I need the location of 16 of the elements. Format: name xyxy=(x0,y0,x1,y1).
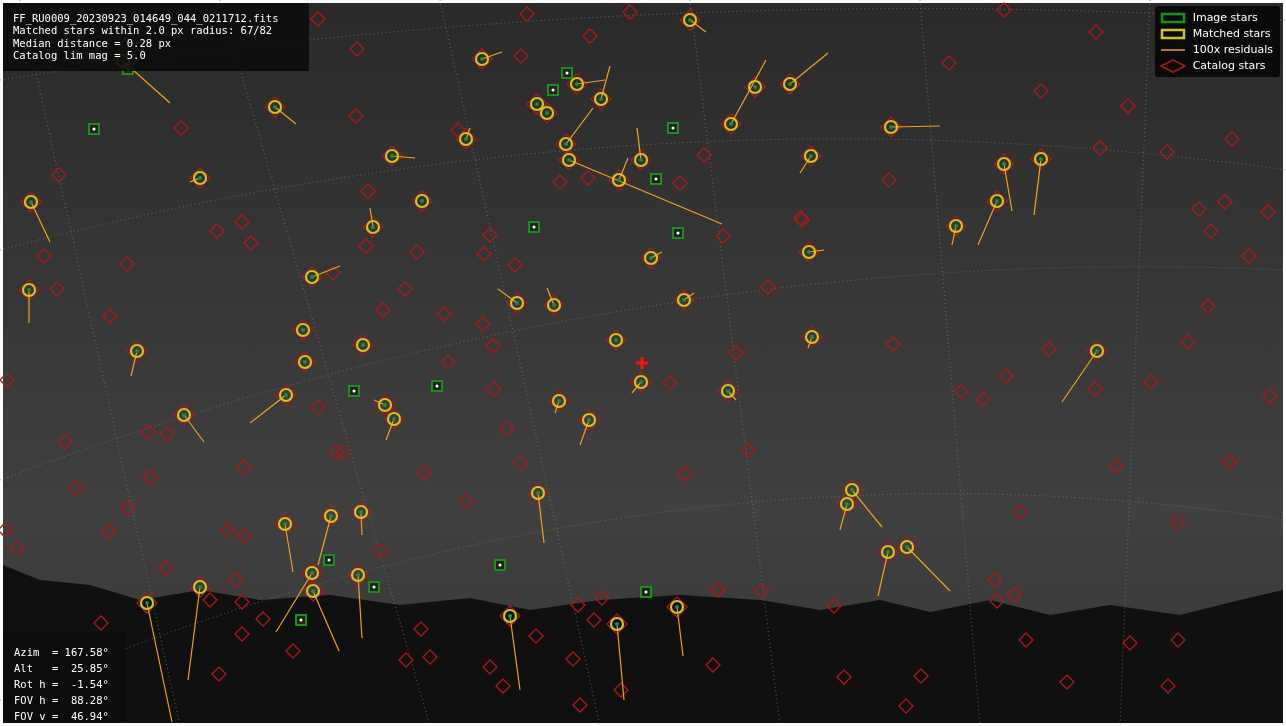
matched-star-rectangle-icon xyxy=(1159,27,1186,41)
legend-label: Image stars xyxy=(1192,11,1258,25)
pointing-text: Alt = 25.85° xyxy=(14,661,110,676)
pointing-text: Azim = 167.58° xyxy=(14,645,110,660)
info-text: Median distance = 0.28 px xyxy=(13,36,173,49)
pointing-text: FOV v = 46.94° xyxy=(14,709,110,724)
info-text: Matched stars within 2.0 px radius: 67/82 xyxy=(13,24,273,37)
image-star-rectangle-icon xyxy=(1159,11,1186,25)
pointing-text: Rot h = -1.54° xyxy=(14,677,110,692)
info-text: Catalog lim mag = 5.0 xyxy=(13,48,147,62)
diamond-icon xyxy=(1159,59,1186,73)
info-text: FF_RU0009_20230923_014649_044_0211712.fits xyxy=(13,12,280,25)
pointing-text: FOV h = 88.28° xyxy=(14,693,110,708)
legend-label: Catalog stars xyxy=(1192,59,1266,73)
legend-label: 100x residuals xyxy=(1192,43,1273,57)
legend-label: Matched stars xyxy=(1192,27,1271,41)
